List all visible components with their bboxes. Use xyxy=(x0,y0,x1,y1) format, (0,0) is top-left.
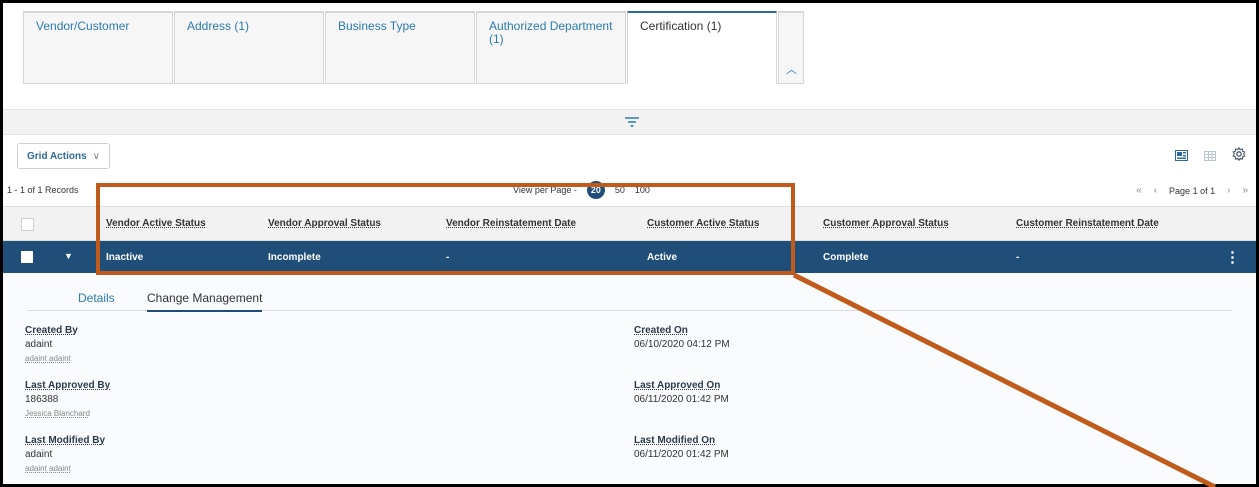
tab-certification[interactable]: Certification (1) xyxy=(627,11,777,84)
tab-label: Authorized Department (1) xyxy=(489,19,613,46)
prev-page-icon[interactable]: ‹ xyxy=(1154,185,1157,196)
collapse-tabs-button[interactable]: ︿ xyxy=(778,11,804,84)
detail-tabs: Details Change Management xyxy=(27,285,1232,312)
tab-label: Vendor/Customer xyxy=(36,19,130,33)
table-cell: - xyxy=(1016,252,1020,263)
tab-address[interactable]: Address (1) xyxy=(174,11,324,84)
created-by-field: Created By adaint adaint adaint xyxy=(25,325,78,363)
app-frame: Vendor/Customer Address (1) Business Typ… xyxy=(3,3,1256,484)
select-all-checkbox[interactable] xyxy=(21,218,34,231)
field-value: 186388 xyxy=(25,394,59,405)
card-view-icon[interactable] xyxy=(1175,149,1188,164)
annotation-highlight-box xyxy=(96,183,795,275)
field-label: Last Approved On xyxy=(634,380,721,391)
last-approved-on-field: Last Approved On 06/11/2020 01:42 PM xyxy=(634,380,729,405)
view-toggle-group xyxy=(1175,146,1246,165)
gear-icon[interactable] xyxy=(1232,146,1246,165)
page-indicator: Page 1 of 1 xyxy=(1169,185,1216,196)
tab-label: Business Type xyxy=(338,19,416,33)
next-page-icon[interactable]: › xyxy=(1227,185,1230,196)
records-count: 1 - 1 of 1 Records xyxy=(7,185,79,195)
tab-label: Certification (1) xyxy=(640,19,722,33)
tab-vendor-customer[interactable]: Vendor/Customer xyxy=(23,11,173,84)
grid-view-icon[interactable] xyxy=(1204,149,1216,164)
field-label: Last Modified On xyxy=(634,435,716,446)
chevron-down-icon: ∨ xyxy=(92,150,100,162)
row-detail-panel: Details Change Management Created By ada… xyxy=(3,273,1256,484)
field-subvalue: adaint adaint xyxy=(25,354,71,363)
field-subvalue: Jessica Blanchard xyxy=(25,409,90,418)
tab-business-type[interactable]: Business Type xyxy=(325,11,475,84)
field-value: 06/10/2020 04:12 PM xyxy=(634,339,730,350)
tab-label: Address (1) xyxy=(187,19,250,33)
caret-down-icon[interactable]: ▼ xyxy=(64,251,73,261)
pagination: « ‹ Page 1 of 1 › » xyxy=(1136,185,1248,196)
field-label: Created On xyxy=(634,325,688,336)
last-approved-by-field: Last Approved By 186388 Jessica Blanchar… xyxy=(25,380,110,418)
row-checkbox[interactable] xyxy=(21,251,33,263)
field-value: 06/11/2020 01:42 PM xyxy=(634,449,729,460)
column-header[interactable]: Customer Approval Status xyxy=(823,218,949,229)
field-subvalue: adaint adaint xyxy=(25,464,71,473)
tab-strip: Vendor/Customer Address (1) Business Typ… xyxy=(23,11,804,84)
tab-authorized-department[interactable]: Authorized Department (1) xyxy=(476,11,626,84)
last-page-icon[interactable]: » xyxy=(1242,185,1248,196)
last-modified-by-field: Last Modified By adaint adaint adaint xyxy=(25,435,105,473)
field-label: Last Approved By xyxy=(25,380,111,391)
first-page-icon[interactable]: « xyxy=(1136,185,1142,196)
grid-actions-button[interactable]: Grid Actions ∨ xyxy=(17,143,110,169)
last-modified-on-field: Last Modified On 06/11/2020 01:42 PM xyxy=(634,435,729,460)
field-value: adaint xyxy=(25,339,53,350)
filter-bar[interactable] xyxy=(3,109,1256,135)
column-header[interactable]: Customer Reinstatement Date xyxy=(1016,218,1159,229)
field-label: Last Modified By xyxy=(25,435,106,446)
filter-icon[interactable] xyxy=(625,114,639,130)
field-value: 06/11/2020 01:42 PM xyxy=(634,394,729,405)
created-on-field: Created On 06/10/2020 04:12 PM xyxy=(634,325,730,350)
field-value: adaint xyxy=(25,449,53,460)
grid-actions-label: Grid Actions xyxy=(27,150,87,162)
tab-details[interactable]: Details xyxy=(78,291,115,305)
field-label: Created By xyxy=(25,325,78,336)
tab-change-management[interactable]: Change Management xyxy=(147,291,263,312)
table-cell: Complete xyxy=(823,252,869,263)
chevron-up-icon: ︿ xyxy=(786,64,797,76)
kebab-menu-icon[interactable]: ⋮ xyxy=(1225,248,1240,266)
